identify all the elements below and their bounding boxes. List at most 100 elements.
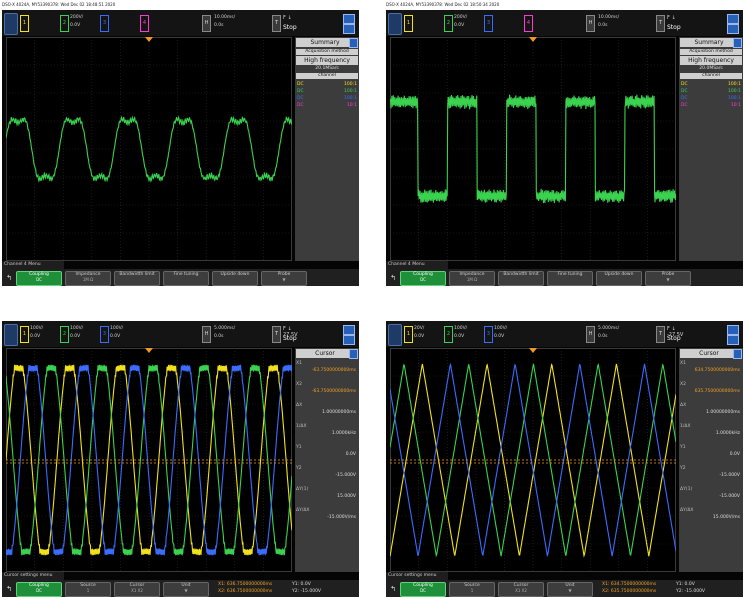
channel-4-indicator[interactable]: 4 (524, 13, 560, 33)
back-icon[interactable]: ↰ (388, 583, 398, 595)
channel-3-indicator[interactable]: 3 (484, 13, 520, 33)
screen-icon[interactable] (727, 24, 739, 34)
run-control-icon[interactable] (4, 324, 18, 346)
softkey-3[interactable]: Bandwidth limit (498, 271, 544, 286)
softkey-5[interactable]: Upside down (212, 271, 258, 286)
trigger-indicator[interactable]: TF ↓ Stop (272, 13, 302, 33)
cursor-row-label: ΔY(1) (680, 487, 742, 492)
softkey-bar: ↰ Coupling DC Impedance 1M Ω Bandwidth limit F… (386, 269, 743, 286)
softkey-2[interactable]: Impedance 1M Ω (449, 271, 495, 286)
channel-coupling-label: DC (681, 96, 688, 101)
cursor-row-label: X2 (296, 382, 358, 387)
softkey-value: 1M Ω (450, 277, 494, 282)
channel-coupling-label: DC (297, 96, 304, 101)
channel-scale-label: 100V/ (30, 326, 43, 332)
waveform-graticule (390, 348, 676, 572)
softkey-3[interactable]: Bandwidth limit (114, 271, 160, 286)
timebase-scale-label: 10.00ms/ (598, 15, 619, 20)
trigger-indicator[interactable]: TF ↓ Stop (656, 13, 686, 33)
screen-icon[interactable] (343, 24, 355, 34)
cursor-row-value: -15.000V (296, 473, 356, 478)
channel-2-indicator[interactable]: 2 100V/0.0V (60, 324, 96, 344)
cursor-row-label: X1 (680, 361, 742, 366)
run-control-icon[interactable] (388, 13, 402, 35)
screen-icon[interactable] (727, 335, 739, 345)
timebase-indicator[interactable]: H 10.00ms/0.0s (586, 13, 634, 33)
channel-probe-row: DC 10:1 (297, 103, 357, 108)
timebase-indicator[interactable]: H 10.00ms/0.0s (202, 13, 250, 33)
channel-number-label: 3 (100, 326, 109, 343)
side-info-panel: Cursor X1 634.7500000000ms X2 635.7500000000… (679, 348, 743, 572)
screen-icon[interactable] (343, 335, 355, 345)
cursor-row-value: 635.7500000000ms (680, 389, 740, 394)
channel-1-indicator[interactable]: 1 (404, 13, 440, 33)
cursor-row-value: 1.0000kHz (680, 431, 740, 436)
cursor-row-label: ΔX (296, 403, 358, 408)
trigger-icon: T (656, 326, 665, 343)
waveform-display (390, 348, 676, 572)
back-icon[interactable]: ↰ (4, 272, 14, 284)
close-icon[interactable] (733, 38, 742, 48)
help-icon[interactable] (343, 325, 355, 335)
channel-1-indicator[interactable]: 1 (20, 13, 56, 33)
close-icon[interactable] (349, 349, 358, 359)
channel-probe-row: DC 100:1 (297, 89, 357, 94)
timebase-indicator[interactable]: H 5.000ms/0.0s (202, 324, 250, 344)
trigger-indicator[interactable]: TF ↓ 27.5V Stop (272, 324, 302, 344)
softkey-1[interactable]: Coupling DC (16, 271, 62, 286)
softkey-5[interactable]: Upside down (596, 271, 642, 286)
close-icon[interactable] (733, 349, 742, 359)
channel-number-label: 1 (20, 326, 29, 343)
cursor-readout: Y1: 0.0V (292, 582, 311, 588)
back-icon[interactable]: ↰ (4, 583, 14, 595)
channel-number-label: 3 (484, 15, 493, 32)
horizontal-icon: H (202, 15, 211, 32)
softkey-1[interactable]: Coupling DC (400, 271, 446, 286)
channel-number-label: 3 (100, 15, 109, 32)
channel-3-indicator[interactable]: 3 (100, 13, 136, 33)
timebase-indicator[interactable]: H 5.000ms/0.0s (586, 324, 634, 344)
trigger-position-marker (145, 348, 153, 353)
channel-scale-label: 200V/ (454, 15, 467, 21)
softkey-6[interactable]: Probe ▼ (645, 271, 691, 286)
softkey-value: ▼ (164, 588, 208, 593)
side-info-panel: Cursor X1 -63.7500000000ms X2 -63.7500000000… (295, 348, 359, 572)
help-icon[interactable] (727, 325, 739, 335)
channel-2-indicator[interactable]: 2 100V/0.0V (444, 324, 480, 344)
waveform-graticule (390, 37, 676, 261)
channel-coupling-label: DC (297, 89, 304, 94)
softkey-4[interactable]: Fine tuning (547, 271, 593, 286)
back-icon[interactable]: ↰ (388, 272, 398, 284)
scope-panel-summary-1: 1 2 200V/0.0V 3 4 H 10.00ms/0.0s T F ↓ Stop Summar… (2, 10, 359, 286)
run-control-icon[interactable] (388, 324, 402, 346)
help-icon[interactable] (343, 14, 355, 24)
help-icon[interactable] (727, 14, 739, 24)
menu-label: Cursor settings menu (386, 572, 448, 580)
softkey-value: DC (17, 277, 61, 282)
channel-3-indicator[interactable]: 3 100V/0.0V (100, 324, 136, 344)
timebase-scale-label: 5.000ms/ (598, 326, 619, 331)
menu-label: Cursor settings menu (2, 572, 64, 580)
trigger-mode-label: F ↓ (283, 15, 292, 21)
cursor-row-value: 1.00000000ms (296, 410, 356, 415)
run-control-icon[interactable] (4, 13, 18, 35)
channel-1-indicator[interactable]: 1 20V/0.0V (404, 324, 440, 344)
channel-1-indicator[interactable]: 1 100V/0.0V (20, 324, 56, 344)
close-icon[interactable] (349, 38, 358, 48)
trigger-indicator[interactable]: TF ↓ -27.5V Stop (656, 324, 686, 344)
channel-3-indicator[interactable]: 3 100V/0.0V (484, 324, 520, 344)
acquisition-mode-value[interactable]: High frequency (680, 56, 742, 65)
softkey-2[interactable]: Impedance 1M Ω (65, 271, 111, 286)
cursor-row-value: -15.000V (680, 473, 740, 478)
cursor-row-value: 1.00000000ms (680, 410, 740, 415)
softkey-4[interactable]: Fine tuning (163, 271, 209, 286)
acquisition-mode-value[interactable]: High frequency (296, 56, 358, 65)
channel-2-indicator[interactable]: 2 200V/0.0V (60, 13, 96, 33)
trigger-icon: T (272, 15, 281, 32)
channel-offset-label: 0.0V (454, 23, 464, 29)
channel-header-label: channel (680, 73, 742, 79)
softkey-6[interactable]: Probe ▼ (261, 271, 307, 286)
channel-4-indicator[interactable]: 4 (140, 13, 176, 33)
softkey-value: X1 X2 (499, 588, 543, 593)
channel-2-indicator[interactable]: 2 200V/0.0V (444, 13, 480, 33)
